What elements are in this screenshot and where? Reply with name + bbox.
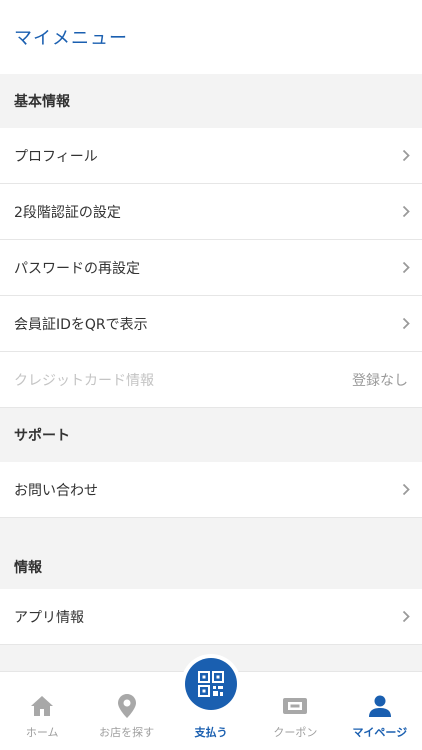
tab-mypage[interactable]: マイページ: [338, 672, 422, 750]
home-icon: [28, 692, 56, 720]
menu-item-label: パスワードの再設定: [14, 260, 140, 277]
menu-item-member-qr[interactable]: 会員証IDをQRで表示: [0, 296, 422, 352]
chevron-right-icon: [400, 148, 412, 164]
tab-coupon[interactable]: クーポン: [253, 672, 337, 750]
menu-item-label: 2段階認証の設定: [14, 204, 121, 221]
menu-item-app-info[interactable]: アプリ情報: [0, 589, 422, 645]
person-icon: [366, 692, 394, 720]
menu-item-password[interactable]: パスワードの再設定: [0, 240, 422, 296]
menu-item-credit-card: クレジットカード情報 登録なし: [0, 352, 422, 408]
tab-bar: ホーム お店を探す 支払う クーポン マイページ: [0, 658, 422, 750]
ticket-icon: [281, 692, 309, 720]
tab-label: 支払う: [194, 726, 228, 739]
tab-label: マイページ: [352, 726, 408, 739]
tab-find-store[interactable]: お店を探す: [84, 672, 168, 750]
menu-item-profile[interactable]: プロフィール: [0, 128, 422, 184]
location-pin-icon: [113, 692, 141, 720]
tab-label: お店を探す: [99, 726, 155, 739]
header: マイメニュー: [0, 0, 422, 74]
chevron-right-icon: [400, 316, 412, 332]
menu-item-label: プロフィール: [14, 148, 98, 165]
credit-card-status: 登録なし: [352, 372, 408, 389]
menu-item-label: アプリ情報: [14, 609, 84, 626]
tab-label: ホーム: [25, 726, 59, 739]
menu-item-label: 会員証IDをQRで表示: [14, 316, 148, 333]
tab-home[interactable]: ホーム: [0, 672, 84, 750]
menu-item-label: お問い合わせ: [14, 482, 98, 499]
chevron-right-icon: [400, 260, 412, 276]
chevron-right-icon: [400, 204, 412, 220]
section-spacer: [0, 518, 422, 545]
section-header-info: 情報: [0, 545, 422, 589]
section-header-support: サポート: [0, 408, 422, 462]
chevron-right-icon: [400, 482, 412, 498]
tab-pay[interactable]: 支払う: [169, 658, 253, 750]
tab-label: クーポン: [273, 726, 318, 739]
qr-code-icon: [185, 658, 238, 710]
menu-item-two-factor[interactable]: 2段階認証の設定: [0, 184, 422, 240]
menu-item-label: クレジットカード情報: [14, 372, 154, 389]
menu-item-contact[interactable]: お問い合わせ: [0, 462, 422, 518]
chevron-right-icon: [400, 609, 412, 625]
page-title: マイメニュー: [14, 28, 128, 49]
section-header-basic: 基本情報: [0, 74, 422, 128]
